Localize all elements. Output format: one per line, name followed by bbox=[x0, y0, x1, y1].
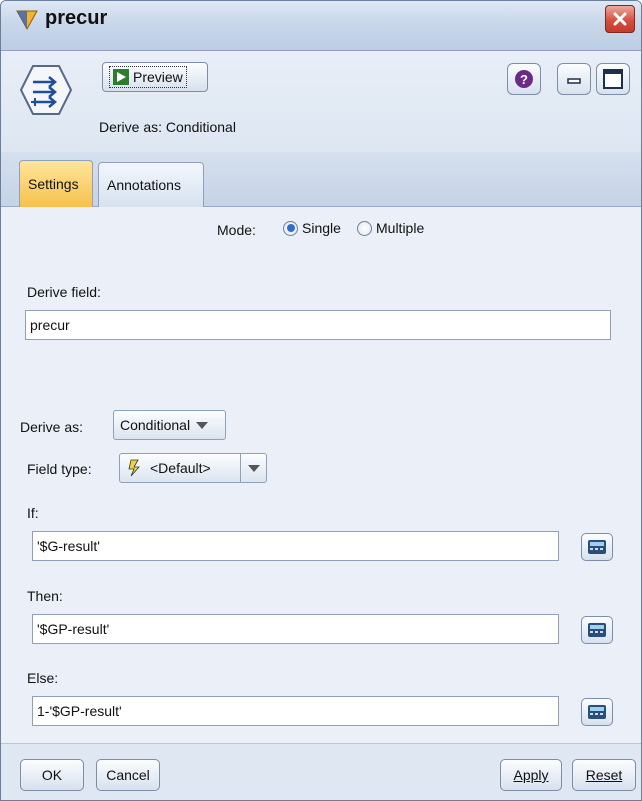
mode-single-radio[interactable]: Single bbox=[283, 220, 341, 236]
calculator-icon bbox=[588, 705, 606, 719]
ok-button[interactable]: OK bbox=[20, 759, 84, 791]
then-expression-input[interactable]: '$GP-result' bbox=[32, 614, 559, 644]
mode-single-label: Single bbox=[302, 220, 341, 236]
field-type-icon bbox=[128, 459, 140, 477]
else-label: Else: bbox=[27, 670, 59, 686]
if-expression-builder-button[interactable] bbox=[581, 533, 613, 561]
else-expression-builder-button[interactable] bbox=[581, 698, 613, 726]
radio-unselected-icon bbox=[357, 220, 372, 236]
tab-settings[interactable]: Settings bbox=[19, 160, 93, 207]
field-type-label: Field type: bbox=[27, 461, 92, 477]
derive-field-input[interactable]: precur bbox=[25, 310, 611, 340]
svg-text:?: ? bbox=[520, 72, 528, 87]
app-icon bbox=[16, 10, 38, 31]
calculator-icon bbox=[588, 540, 606, 554]
field-type-dropdown-arrow bbox=[240, 454, 266, 482]
play-icon bbox=[113, 69, 129, 85]
derive-as-label: Derive as: bbox=[20, 419, 84, 435]
calculator-icon bbox=[588, 623, 606, 637]
derive-as-summary: Derive as: Conditional bbox=[99, 119, 236, 135]
tab-annotations[interactable]: Annotations bbox=[98, 162, 204, 207]
node-header: Preview Derive as: Conditional ? bbox=[1, 52, 641, 152]
if-expression-input[interactable]: '$G-result' bbox=[32, 531, 559, 561]
preview-button[interactable]: Preview bbox=[102, 62, 208, 92]
close-icon bbox=[613, 12, 627, 26]
then-expression-builder-button[interactable] bbox=[581, 616, 613, 644]
window-title: precur bbox=[45, 7, 108, 29]
then-label: Then: bbox=[27, 588, 63, 604]
field-type-value: <Default> bbox=[150, 460, 211, 476]
tab-strip: Settings Annotations bbox=[1, 152, 641, 207]
else-expression-input[interactable]: 1-'$GP-result' bbox=[32, 696, 559, 726]
field-type-dropdown[interactable]: <Default> bbox=[119, 453, 267, 483]
close-button[interactable] bbox=[605, 5, 635, 33]
cancel-button[interactable]: Cancel bbox=[96, 759, 160, 791]
chevron-down-icon bbox=[196, 421, 209, 429]
minimize-icon bbox=[567, 78, 581, 84]
derive-as-value: Conditional bbox=[120, 417, 191, 433]
tab-annotations-label: Annotations bbox=[107, 177, 181, 193]
apply-label: Apply bbox=[513, 767, 549, 783]
title-bar: precur bbox=[1, 1, 641, 51]
chevron-down-icon bbox=[247, 464, 260, 472]
reset-button[interactable]: Reset bbox=[572, 759, 636, 791]
mode-multiple-radio[interactable]: Multiple bbox=[357, 220, 424, 236]
dialog-window: precur Preview Derive as: Conditional ? … bbox=[0, 0, 642, 801]
ok-label: OK bbox=[41, 767, 63, 783]
radio-selected-icon bbox=[283, 220, 298, 236]
dialog-footer: OK Cancel Apply Reset bbox=[1, 743, 641, 800]
derive-field-label: Derive field: bbox=[27, 284, 101, 300]
maximize-icon bbox=[603, 69, 623, 89]
mode-label: Mode: bbox=[217, 222, 256, 238]
cancel-label: Cancel bbox=[106, 767, 150, 783]
tab-settings-label: Settings bbox=[28, 176, 79, 192]
derive-node-icon bbox=[19, 65, 73, 115]
if-label: If: bbox=[27, 505, 39, 521]
minimize-button[interactable] bbox=[557, 63, 591, 95]
reset-label: Reset bbox=[585, 767, 623, 783]
maximize-button[interactable] bbox=[596, 63, 630, 95]
help-button[interactable]: ? bbox=[507, 63, 541, 95]
apply-button[interactable]: Apply bbox=[500, 759, 562, 791]
settings-panel: Mode: Single Multiple Derive field: prec… bbox=[1, 208, 641, 743]
help-icon: ? bbox=[515, 70, 533, 88]
preview-label: Preview bbox=[133, 69, 183, 85]
derive-as-dropdown[interactable]: Conditional bbox=[113, 410, 226, 440]
mode-multiple-label: Multiple bbox=[376, 220, 425, 236]
